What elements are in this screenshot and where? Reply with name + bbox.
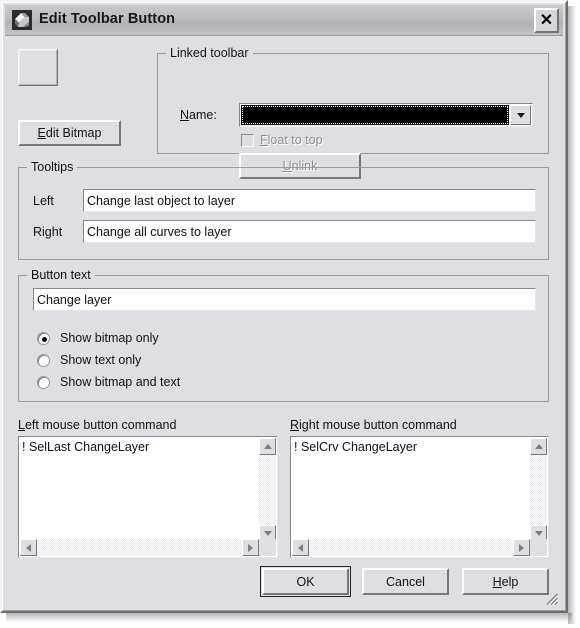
radio-selected-dot [42, 337, 47, 342]
radio-show-text-only[interactable] [37, 354, 50, 367]
linked-toolbar-name-combobox[interactable] [239, 103, 533, 127]
left-command-value: ! SelLast ChangeLayer [22, 440, 150, 454]
left-command-scroll-up-icon[interactable] [259, 438, 276, 455]
scroll-up-glyph [534, 444, 543, 449]
linked-toolbar-group-label: Linked toolbar [166, 46, 253, 60]
cancel-button[interactable]: Cancel [362, 568, 449, 595]
tooltip-left-label: Left [33, 194, 54, 208]
help-label: elp [501, 574, 519, 589]
tooltip-right-input[interactable]: Change all curves to layer [83, 220, 536, 243]
scroll-right-glyph [519, 543, 524, 552]
left-command-scroll-left-icon[interactable] [20, 539, 37, 556]
chevron-down-icon[interactable] [510, 105, 531, 125]
chevron-down-glyph [516, 112, 525, 118]
radio-show-bitmap-and-text[interactable] [37, 376, 50, 389]
help-accel: H [492, 574, 502, 589]
edit-bitmap-accel: E [37, 126, 46, 140]
right-command-value: ! SelCrv ChangeLayer [294, 440, 417, 454]
right-command-accel: R [290, 418, 300, 432]
radio-show-bitmap-only-label[interactable]: Show bitmap only [60, 331, 159, 345]
left-command-scroll-right-icon[interactable] [242, 539, 259, 556]
button-text-group-label: Button text [27, 268, 95, 282]
right-command-hscroll-track[interactable] [292, 539, 530, 556]
float-to-top-checkbox [241, 134, 254, 147]
right-command-label: Right mouse button command [290, 418, 457, 432]
window-title: Edit Toolbar Button [39, 11, 176, 27]
window-shadow-bottom [6, 613, 572, 622]
radio-show-bitmap-and-text-label[interactable]: Show bitmap and text [60, 375, 180, 389]
scroll-left-glyph [26, 543, 31, 552]
left-command-accel: L [18, 418, 25, 432]
scroll-left-glyph [298, 543, 303, 552]
right-command-label-text: ight mouse button command [299, 418, 457, 432]
scroll-down-glyph [534, 531, 543, 536]
tooltip-left-input[interactable]: Change last object to layer [83, 189, 536, 212]
resize-grip[interactable] [543, 590, 559, 606]
scroll-right-glyph [248, 543, 253, 552]
right-command-scroll-corner [530, 539, 547, 556]
bitmap-preview[interactable] [18, 49, 58, 86]
float-to-top-label-text: loat to top [267, 133, 323, 147]
toolbar-name-label-text: ame: [189, 108, 217, 122]
float-to-top-label: Float to top [260, 133, 323, 147]
edit-bitmap-button[interactable]: Edit Bitmap [18, 120, 121, 146]
window-shadow-right [568, 6, 576, 624]
scroll-up-glyph [263, 444, 272, 449]
help-button[interactable]: Help [462, 568, 549, 595]
left-command-scroll-corner [259, 539, 276, 556]
tooltips-group: Tooltips [18, 160, 549, 260]
tooltips-group-label: Tooltips [27, 160, 78, 174]
edit-toolbar-button-dialog: Edit Toolbar Button ✕ Edit Bitmap Linked… [0, 0, 568, 613]
left-command-textarea[interactable]: ! SelLast ChangeLayer [18, 436, 278, 558]
tooltip-right-label: Right [33, 225, 63, 239]
edit-bitmap-label: dit Bitmap [45, 126, 102, 140]
float-to-top-accel: F [260, 133, 268, 147]
right-command-scroll-left-icon[interactable] [292, 539, 309, 556]
title-bar[interactable]: Edit Toolbar Button ✕ [5, 5, 563, 36]
right-command-textarea[interactable]: ! SelCrv ChangeLayer [290, 436, 549, 558]
radio-show-text-only-label[interactable]: Show text only [60, 353, 141, 367]
left-command-label: Left mouse button command [18, 418, 176, 432]
linked-toolbar-name-value[interactable] [241, 105, 509, 125]
left-command-hscroll-track[interactable] [20, 539, 259, 556]
button-text-input[interactable]: Change layer [33, 288, 536, 311]
ok-button[interactable]: OK [260, 566, 351, 597]
dialog-client-area: Edit Bitmap Linked toolbar Name: Float t… [5, 37, 563, 609]
toolbar-name-accel: N [180, 108, 190, 122]
toolbar-name-label: Name: [180, 108, 217, 122]
left-command-label-text: eft mouse button command [24, 418, 177, 432]
radio-show-bitmap-only[interactable] [37, 332, 50, 345]
close-icon[interactable]: ✕ [534, 8, 559, 33]
right-command-scroll-up-icon[interactable] [530, 438, 547, 455]
scroll-down-glyph [263, 531, 272, 536]
toolbar-button-icon [12, 10, 32, 30]
right-command-scroll-right-icon[interactable] [513, 539, 530, 556]
